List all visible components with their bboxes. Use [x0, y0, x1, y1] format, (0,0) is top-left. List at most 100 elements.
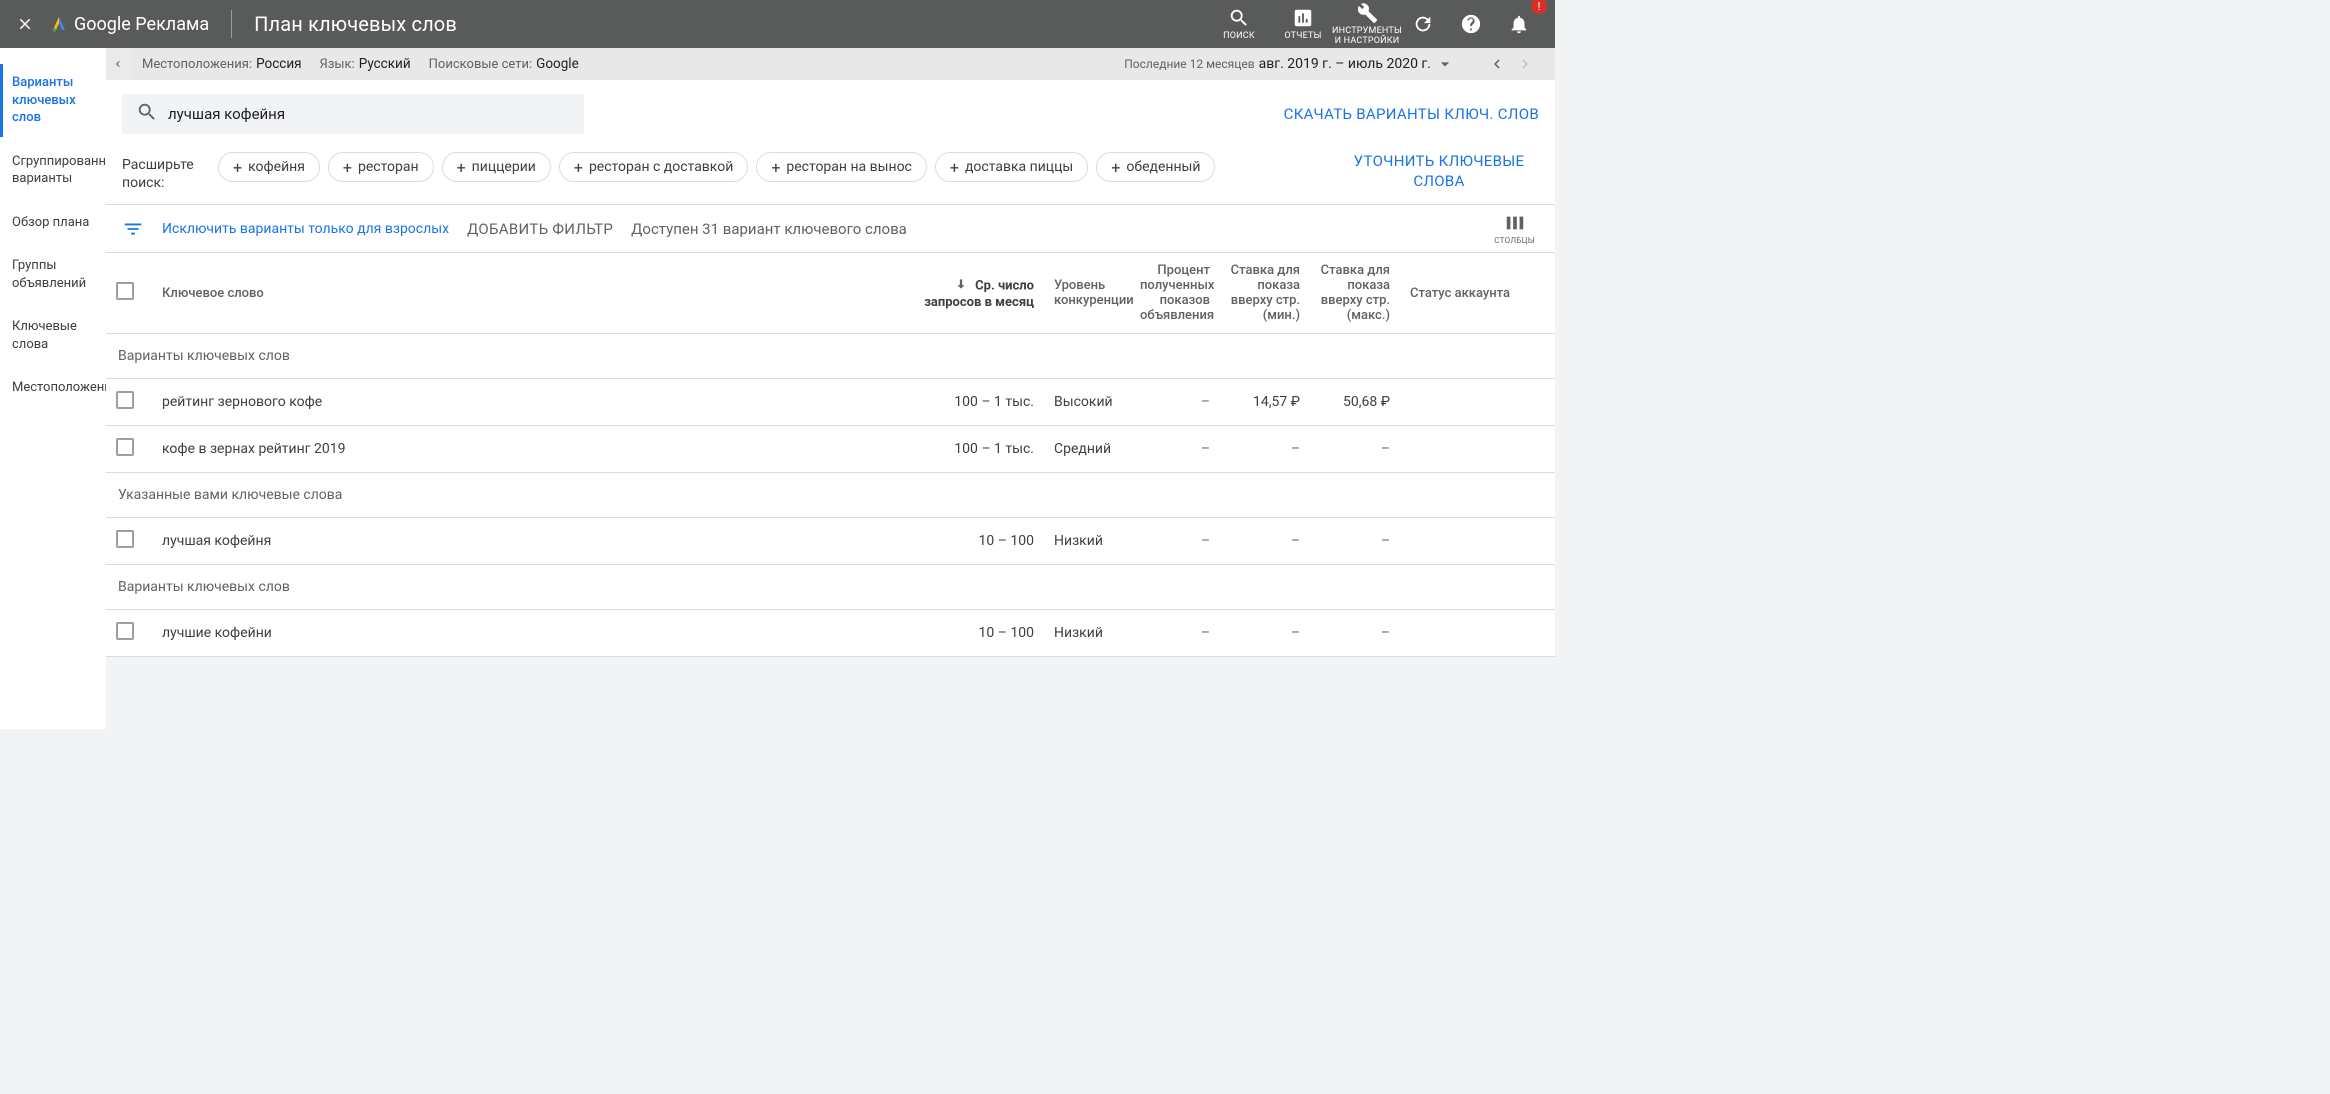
filter-language-label: Язык:	[320, 57, 355, 72]
column-bid-max[interactable]: Ставка для показа вверху стр. (макс.)	[1310, 253, 1400, 334]
column-volume-label: Ср. число запросов в месяц	[924, 278, 1034, 310]
cell-volume: 10 – 100	[912, 518, 1044, 565]
table-row[interactable]: рейтинг зернового кофе100 – 1 тыс.Высоки…	[106, 379, 1555, 426]
help-button[interactable]	[1451, 4, 1491, 44]
select-all-checkbox[interactable]	[116, 282, 134, 300]
column-account-status[interactable]: Статус аккаунта	[1400, 253, 1555, 334]
date-prev-button[interactable]	[1485, 52, 1509, 76]
chip-lunch[interactable]: +обеденный	[1096, 152, 1215, 182]
sidebar-item-label: Варианты ключевых слов	[12, 75, 76, 125]
columns-button[interactable]: СТОЛБЦЫ	[1494, 212, 1539, 245]
date-range-picker[interactable]: Последние 12 месяцев авг. 2019 г. – июль…	[1124, 54, 1455, 74]
date-range-value: авг. 2019 г. – июль 2020 г.	[1259, 56, 1431, 72]
refine-keywords-button[interactable]: УТОЧНИТЬ КЛЮЧЕВЫЕ СЛОВА	[1339, 152, 1539, 191]
chevron-down-icon	[1435, 54, 1455, 74]
table-row[interactable]: лучшие кофейни10 – 100Низкий–––	[106, 610, 1555, 657]
cell-keyword: лучшие кофейни	[152, 610, 912, 657]
exclude-adult-button[interactable]: Исключить варианты только для взрослых	[162, 221, 449, 237]
sidebar-item-keyword-ideas[interactable]: Варианты ключевых слов	[0, 64, 106, 137]
page-title: План ключевых слов	[254, 12, 457, 36]
sidebar-item-label: Ключевые слова	[12, 319, 77, 352]
column-impression-pct[interactable]: Процент полученных показов объявления	[1130, 253, 1220, 334]
chip-label: доставка пиццы	[965, 159, 1073, 175]
header-left-group: Google Реклама План ключевых слов	[16, 10, 457, 38]
chip-pizzerias[interactable]: + пиццерии	[442, 152, 551, 182]
filter-icon[interactable]	[122, 218, 144, 240]
header-tools-label: ИНСТРУМЕНТЫ И НАСТРОЙКИ	[1332, 27, 1402, 47]
row-checkbox[interactable]	[116, 622, 134, 640]
plus-icon: +	[457, 158, 466, 177]
collapse-sidebar-button[interactable]	[106, 48, 130, 80]
plus-icon: +	[950, 158, 959, 177]
header-search-button[interactable]: ПОИСК	[1211, 6, 1267, 42]
bell-icon	[1508, 13, 1530, 35]
cell-competition: Низкий	[1044, 518, 1130, 565]
chip-kofeinya[interactable]: +кофейня	[218, 152, 320, 182]
download-keyword-ideas[interactable]: СКАЧАТЬ ВАРИАНТЫ КЛЮЧ. СЛОВ	[1284, 105, 1539, 123]
column-volume[interactable]: Ср. число запросов в месяц	[912, 253, 1044, 334]
header-right-group: ПОИСК ОТЧЕТЫ ИНСТРУМЕНТЫ И НАСТРОЙКИ !	[1211, 1, 1539, 47]
chip-label: пиццерии	[472, 159, 536, 175]
cell-status	[1400, 610, 1555, 657]
chip-restoran[interactable]: +ресторан	[328, 152, 434, 182]
table-group-header: Указанные вами ключевые слова	[106, 473, 1555, 518]
filter-location-label: Местоположения:	[142, 57, 252, 72]
filter-networks-value: Google	[536, 56, 579, 72]
header-tools-button[interactable]: ИНСТРУМЕНТЫ И НАСТРОЙКИ	[1339, 1, 1395, 47]
cell-bid-max: –	[1310, 426, 1400, 473]
table-group-header: Варианты ключевых слов	[106, 565, 1555, 610]
table-row[interactable]: кофе в зернах рейтинг 2019100 – 1 тыс.Ср…	[106, 426, 1555, 473]
broaden-label: Расширьте поиск:	[122, 152, 202, 192]
row-checkbox[interactable]	[116, 438, 134, 456]
table-group-header: Варианты ключевых слов	[106, 334, 1555, 379]
sidebar-item-plan-overview[interactable]: Обзор плана	[0, 204, 106, 242]
cell-impression-pct: –	[1130, 518, 1220, 565]
add-filter-button[interactable]: ДОБАВИТЬ ФИЛЬТР	[467, 220, 613, 238]
google-ads-logo[interactable]: Google Реклама	[50, 14, 209, 35]
column-competition[interactable]: Уровень конкуренции	[1044, 253, 1130, 334]
sidebar: Варианты ключевых слов Сгруппированные в…	[0, 48, 106, 729]
filter-networks-label: Поисковые сети:	[429, 57, 532, 72]
cell-competition: Средний	[1044, 426, 1130, 473]
refresh-button[interactable]	[1403, 4, 1443, 44]
column-bid-min[interactable]: Ставка для показа вверху стр. (мин.)	[1220, 253, 1310, 334]
sidebar-item-label: Местоположения	[12, 380, 119, 395]
filter-language-value: Русский	[359, 56, 411, 72]
header-reports-label: ОТЧЕТЫ	[1284, 32, 1321, 42]
sidebar-item-grouped-ideas[interactable]: Сгруппированные варианты	[0, 143, 106, 198]
filter-language[interactable]: Язык: Русский	[320, 56, 411, 72]
chip-restaurant-takeout[interactable]: +ресторан на вынос	[756, 152, 927, 182]
table-row[interactable]: лучшая кофейня10 – 100Низкий–––	[106, 518, 1555, 565]
search-icon	[136, 101, 158, 127]
group-title: Варианты ключевых слов	[106, 565, 1555, 610]
date-preset-label: Последние 12 месяцев	[1124, 57, 1254, 71]
notifications-button[interactable]: !	[1499, 4, 1539, 44]
chip-label: кофейня	[248, 159, 305, 175]
sidebar-item-ad-groups[interactable]: Группы объявлений	[0, 247, 106, 302]
chip-pizza-delivery[interactable]: + доставка пиццы	[935, 152, 1088, 182]
chip-restaurant-delivery[interactable]: +ресторан с доставкой	[559, 152, 748, 182]
filter-networks[interactable]: Поисковые сети: Google	[429, 56, 579, 72]
add-filter-row: Исключить варианты только для взрослых Д…	[106, 204, 1555, 252]
sidebar-item-locations[interactable]: Местоположения	[0, 369, 106, 407]
filter-location[interactable]: Местоположения: Россия	[142, 56, 302, 72]
row-checkbox[interactable]	[116, 530, 134, 548]
group-title: Указанные вами ключевые слова	[106, 473, 1555, 518]
refresh-icon	[1412, 13, 1434, 35]
plus-icon: +	[1111, 158, 1120, 177]
header-reports-button[interactable]: ОТЧЕТЫ	[1275, 6, 1331, 42]
search-input[interactable]: лучшая кофейня	[122, 94, 584, 134]
column-keyword[interactable]: Ключевое слово	[152, 253, 912, 334]
date-nav	[1485, 52, 1537, 76]
sort-desc-icon	[954, 280, 968, 295]
close-icon[interactable]	[16, 15, 34, 33]
chip-label: ресторан с доставкой	[589, 159, 733, 175]
date-next-button[interactable]	[1513, 52, 1537, 76]
available-count: Доступен 31 вариант ключевого слова	[631, 220, 907, 238]
sidebar-item-label: Группы объявлений	[12, 258, 86, 291]
cell-bid-min: –	[1220, 610, 1310, 657]
cell-volume: 100 – 1 тыс.	[912, 426, 1044, 473]
sidebar-item-keywords[interactable]: Ключевые слова	[0, 308, 106, 363]
row-checkbox[interactable]	[116, 391, 134, 409]
header-search-label: ПОИСК	[1223, 32, 1255, 42]
